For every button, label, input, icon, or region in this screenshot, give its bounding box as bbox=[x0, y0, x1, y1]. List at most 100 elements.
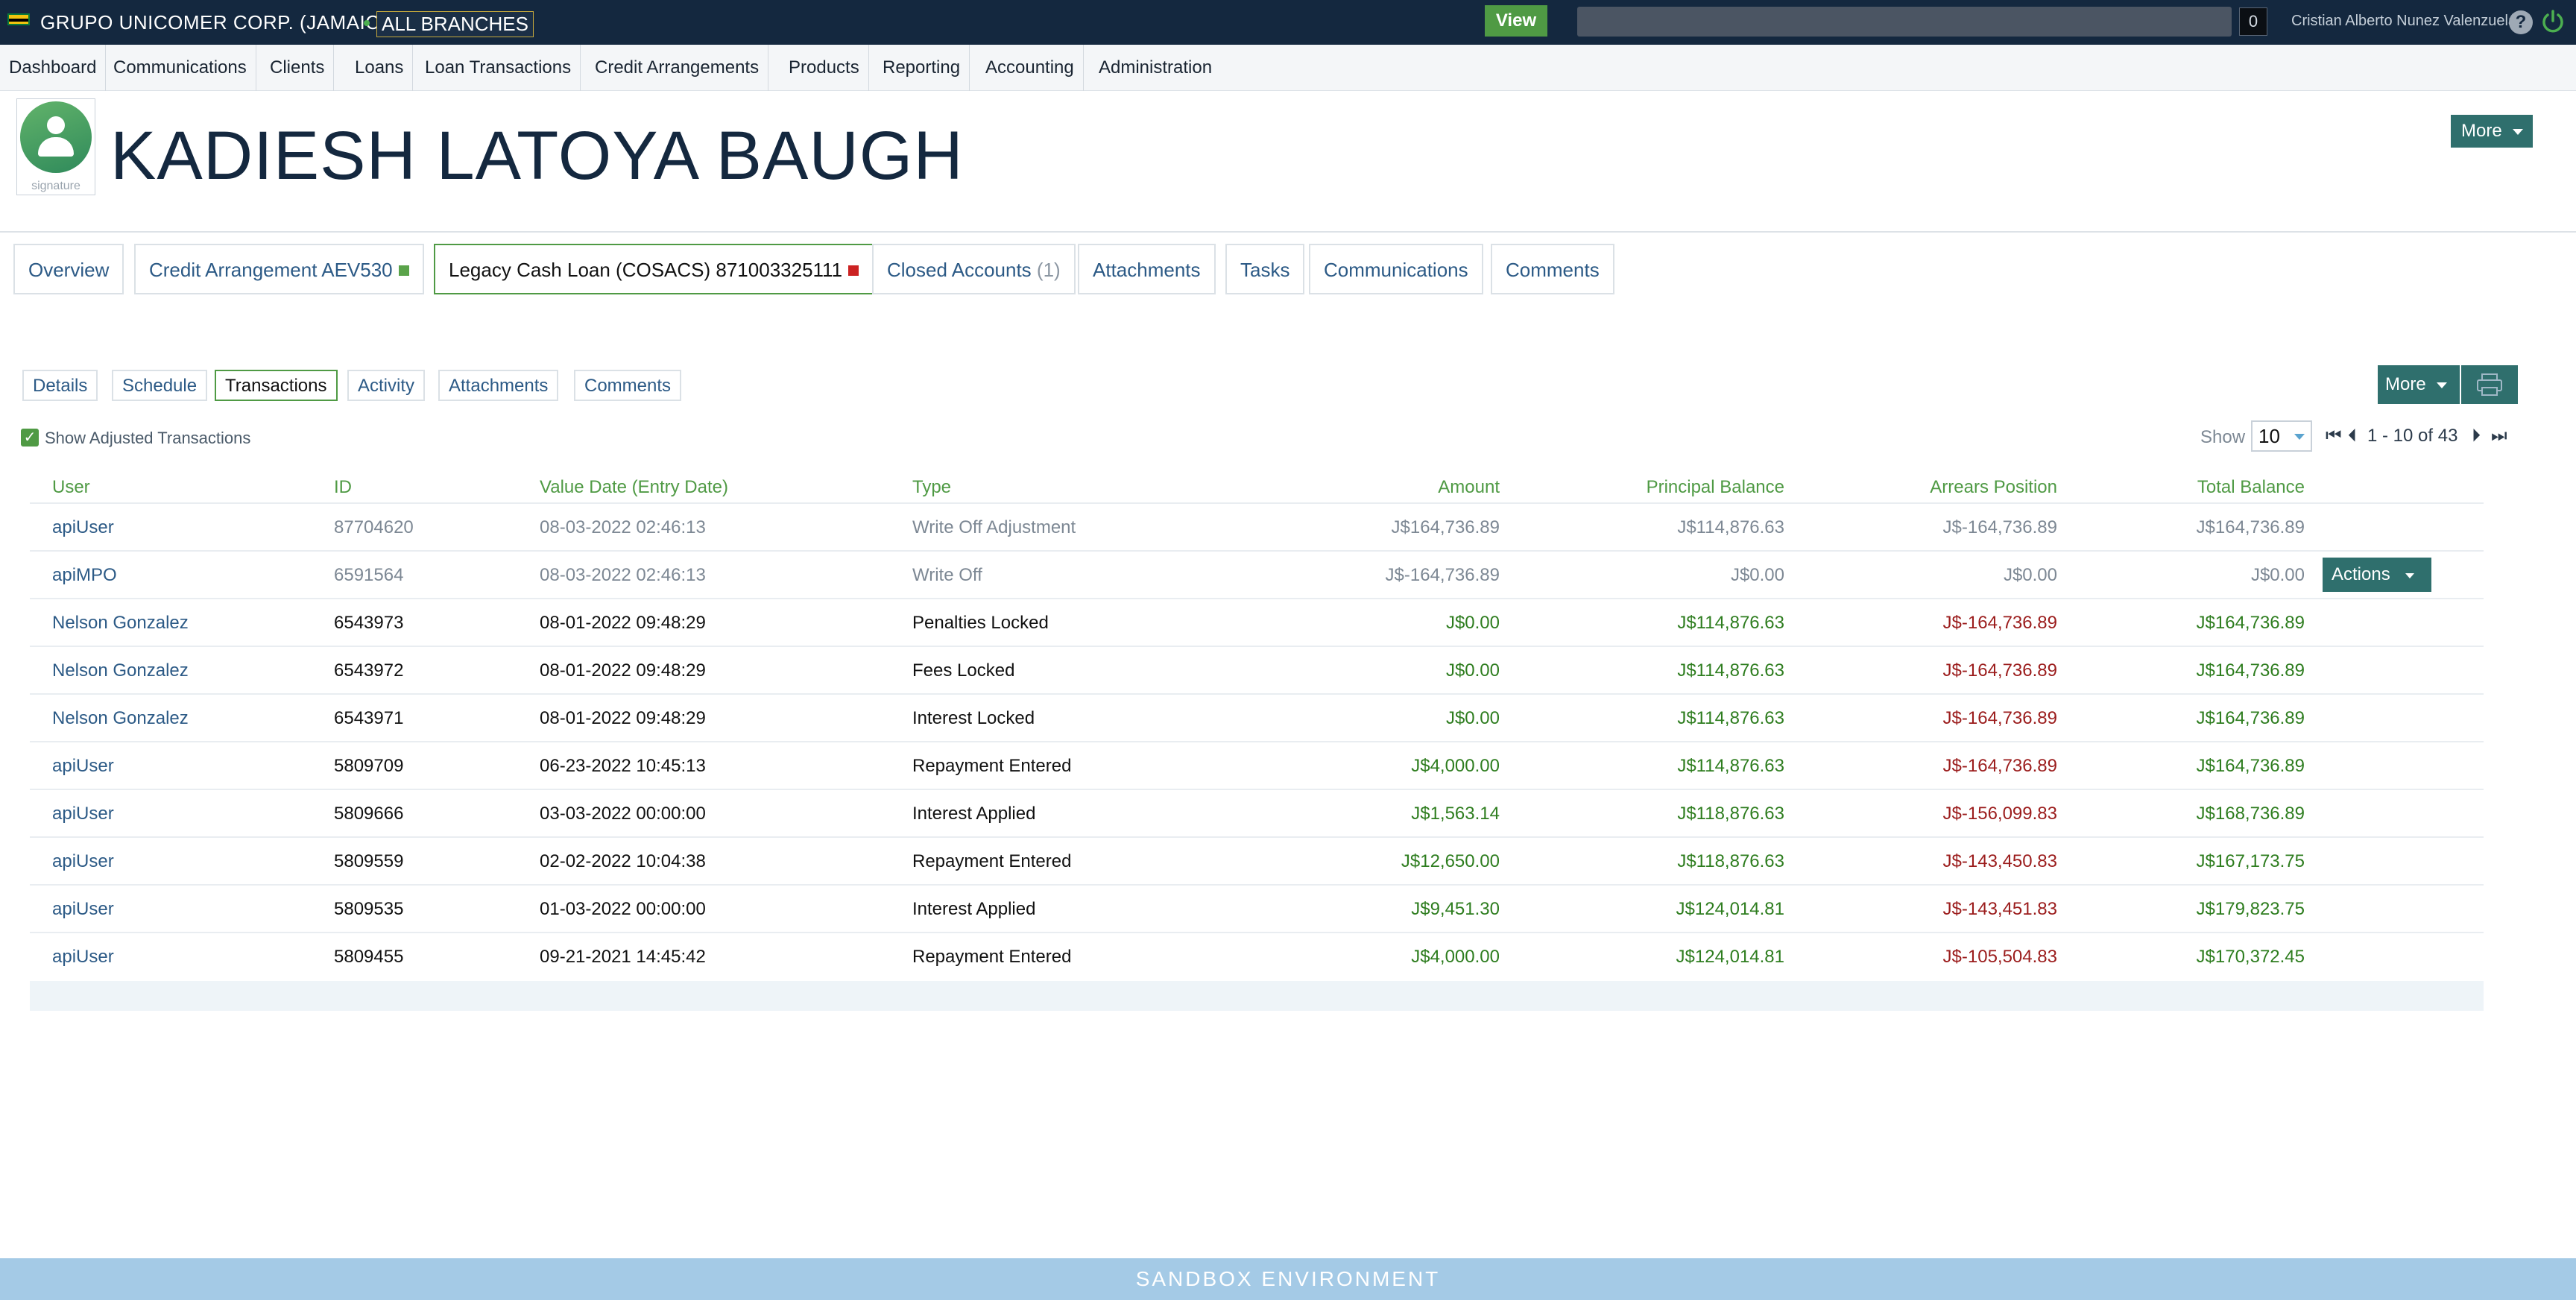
cell-user[interactable]: apiUser bbox=[52, 517, 114, 538]
actions-button[interactable]: Actions bbox=[2323, 558, 2431, 592]
chevron-down-icon bbox=[2437, 382, 2448, 388]
branch-selector[interactable]: ALL BRANCHES bbox=[376, 11, 534, 37]
table-row[interactable]: apiUser 5809559 02-02-2022 10:04:38 Repayme… bbox=[30, 836, 2484, 884]
page-range: 1 - 10 of 43 bbox=[2367, 426, 2458, 446]
actions-label: Actions bbox=[2332, 564, 2390, 584]
cell-type: Repayment Entered bbox=[912, 756, 1072, 776]
global-search-input[interactable] bbox=[1577, 7, 2232, 37]
col-header-amount[interactable]: Amount bbox=[1438, 477, 1500, 498]
closed-count: (1) bbox=[1036, 259, 1061, 281]
cell-user[interactable]: apiMPO bbox=[52, 565, 117, 586]
table-row[interactable]: Nelson Gonzalez 6543971 08-01-2022 09:48:2… bbox=[30, 693, 2484, 741]
cell-arrears-position: J$-105,504.83 bbox=[1942, 947, 2057, 967]
cell-user[interactable]: Nelson Gonzalez bbox=[52, 660, 189, 681]
cell-user[interactable]: apiUser bbox=[52, 756, 114, 777]
subtab-activity[interactable]: Activity bbox=[347, 370, 426, 401]
tab-attachments[interactable]: Attachments bbox=[1078, 244, 1216, 294]
page-size-select[interactable]: 10 bbox=[2251, 420, 2312, 452]
cell-user[interactable]: apiUser bbox=[52, 947, 114, 968]
nav-credit-arrangements[interactable]: Credit Arrangements bbox=[586, 45, 769, 91]
cell-total-balance: J$168,736.89 bbox=[2196, 804, 2305, 824]
table-row[interactable]: apiUser 5809666 03-03-2022 00:00:00 Interes… bbox=[30, 789, 2484, 836]
view-button[interactable]: View bbox=[1485, 5, 1547, 37]
show-adjusted-checkbox[interactable]: ✓ bbox=[21, 429, 39, 447]
cell-principal-balance: J$124,014.81 bbox=[1676, 947, 1784, 967]
first-page-icon[interactable]: ⏮ bbox=[2326, 426, 2342, 447]
client-avatar-box[interactable]: signature bbox=[16, 98, 95, 195]
cell-user[interactable]: apiUser bbox=[52, 899, 114, 920]
cell-amount: J$0.00 bbox=[1445, 613, 1500, 633]
cell-total-balance: J$164,736.89 bbox=[2196, 613, 2305, 633]
cell-principal-balance: J$118,876.63 bbox=[1677, 851, 1784, 871]
subtab-transactions[interactable]: Transactions bbox=[215, 370, 338, 401]
cell-total-balance: J$179,823.75 bbox=[2196, 899, 2305, 919]
subtab-details[interactable]: Details bbox=[22, 370, 98, 401]
tab-credit-arrangement[interactable]: Credit Arrangement AEV530 bbox=[134, 244, 424, 294]
col-header-principal-balance[interactable]: Principal Balance bbox=[1647, 477, 1784, 498]
transactions-more-button[interactable]: More bbox=[2378, 365, 2460, 404]
cell-type: Repayment Entered bbox=[912, 851, 1072, 871]
tab-overview[interactable]: Overview bbox=[13, 244, 124, 294]
signature-label: signature bbox=[31, 180, 80, 192]
cell-user[interactable]: Nelson Gonzalez bbox=[52, 708, 189, 729]
table-row[interactable]: apiUser 5809709 06-23-2022 10:45:13 Repayme… bbox=[30, 741, 2484, 789]
col-header-type[interactable]: Type bbox=[912, 477, 951, 498]
cell-value-date: 02-02-2022 10:04:38 bbox=[540, 851, 706, 871]
col-header-total-balance[interactable]: Total Balance bbox=[2197, 477, 2305, 498]
subtab-schedule[interactable]: Schedule bbox=[112, 370, 208, 401]
cell-value-date: 01-03-2022 00:00:00 bbox=[540, 899, 706, 919]
col-header-arrears-position[interactable]: Arrears Position bbox=[1930, 477, 2057, 498]
cell-id: 5809535 bbox=[334, 899, 404, 919]
next-page-icon[interactable]: ⏵ bbox=[2472, 426, 2481, 447]
table-row[interactable]: apiUser 5809455 09-21-2021 14:45:42 Repayme… bbox=[30, 932, 2484, 979]
cell-user[interactable]: apiUser bbox=[52, 851, 114, 872]
cell-type: Interest Locked bbox=[912, 708, 1035, 728]
cell-user[interactable]: Nelson Gonzalez bbox=[52, 613, 189, 634]
cell-type: Repayment Entered bbox=[912, 947, 1072, 967]
table-row[interactable]: apiMPO 6591564 08-03-2022 02:46:13 Write Of… bbox=[30, 550, 2484, 598]
nav-administration[interactable]: Administration bbox=[1090, 45, 1221, 91]
cell-arrears-position: J$0.00 bbox=[2003, 565, 2057, 585]
cell-type: Interest Applied bbox=[912, 899, 1036, 919]
col-header-id[interactable]: ID bbox=[334, 477, 352, 498]
cell-arrears-position: J$-164,736.89 bbox=[1942, 660, 2057, 681]
prev-page-icon[interactable]: ⏴ bbox=[2348, 426, 2357, 447]
table-row[interactable]: Nelson Gonzalez 6543973 08-01-2022 09:48:2… bbox=[30, 598, 2484, 646]
tab-legacy-cash-loan[interactable]: Legacy Cash Loan (COSACS) 871003325111 bbox=[434, 244, 874, 294]
current-user[interactable]: Cristian Alberto Nunez Valenzuela bbox=[2291, 13, 2516, 30]
notification-counter[interactable]: 0 bbox=[2239, 7, 2267, 36]
table-row[interactable]: Nelson Gonzalez 6543972 08-01-2022 09:48:2… bbox=[30, 646, 2484, 693]
tab-communications[interactable]: Communications bbox=[1309, 244, 1483, 294]
cell-principal-balance: J$114,876.63 bbox=[1677, 660, 1784, 681]
header-more-button[interactable]: More bbox=[2451, 115, 2533, 148]
cell-value-date: 08-03-2022 02:46:13 bbox=[540, 517, 706, 537]
tab-tasks[interactable]: Tasks bbox=[1225, 244, 1305, 294]
table-row[interactable]: apiUser 87704620 08-03-2022 02:46:13 Write … bbox=[30, 502, 2484, 550]
cell-amount: J$12,650.00 bbox=[1401, 851, 1500, 871]
nav-reporting[interactable]: Reporting bbox=[874, 45, 970, 91]
cell-type: Write Off Adjustment bbox=[912, 517, 1076, 537]
power-icon[interactable] bbox=[2540, 9, 2566, 34]
help-icon[interactable]: ? bbox=[2509, 10, 2533, 34]
col-header-user[interactable]: User bbox=[52, 477, 90, 498]
last-page-icon[interactable]: ⏭ bbox=[2491, 426, 2507, 447]
nav-products[interactable]: Products bbox=[780, 45, 869, 91]
nav-loan-transactions[interactable]: Loan Transactions bbox=[416, 45, 581, 91]
cell-user[interactable]: apiUser bbox=[52, 804, 114, 824]
nav-accounting[interactable]: Accounting bbox=[976, 45, 1084, 91]
col-header-value-date[interactable]: Value Date (Entry Date) bbox=[540, 477, 728, 498]
pagination: ⏮ ⏴ 1 - 10 of 43 ⏵ ⏭ bbox=[2326, 426, 2507, 448]
cell-arrears-position: J$-164,736.89 bbox=[1942, 517, 2057, 537]
tab-comments[interactable]: Comments bbox=[1491, 244, 1614, 294]
subtab-comments[interactable]: Comments bbox=[574, 370, 682, 401]
nav-clients[interactable]: Clients bbox=[261, 45, 335, 91]
tab-closed-accounts[interactable]: Closed Accounts (1) bbox=[872, 244, 1076, 294]
nav-communications[interactable]: Communications bbox=[104, 45, 256, 91]
print-icon[interactable] bbox=[2461, 365, 2518, 404]
subtab-attachments[interactable]: Attachments bbox=[438, 370, 559, 401]
top-bar: GRUPO UNICOMER CORP. (JAMAICA) ALL BRANC… bbox=[0, 0, 2576, 45]
nav-dashboard[interactable]: Dashboard bbox=[0, 45, 107, 91]
nav-loans[interactable]: Loans bbox=[346, 45, 414, 91]
page-title: KADIESH LATOYA BAUGH bbox=[110, 118, 964, 194]
table-row[interactable]: apiUser 5809535 01-03-2022 00:00:00 Interes… bbox=[30, 884, 2484, 932]
